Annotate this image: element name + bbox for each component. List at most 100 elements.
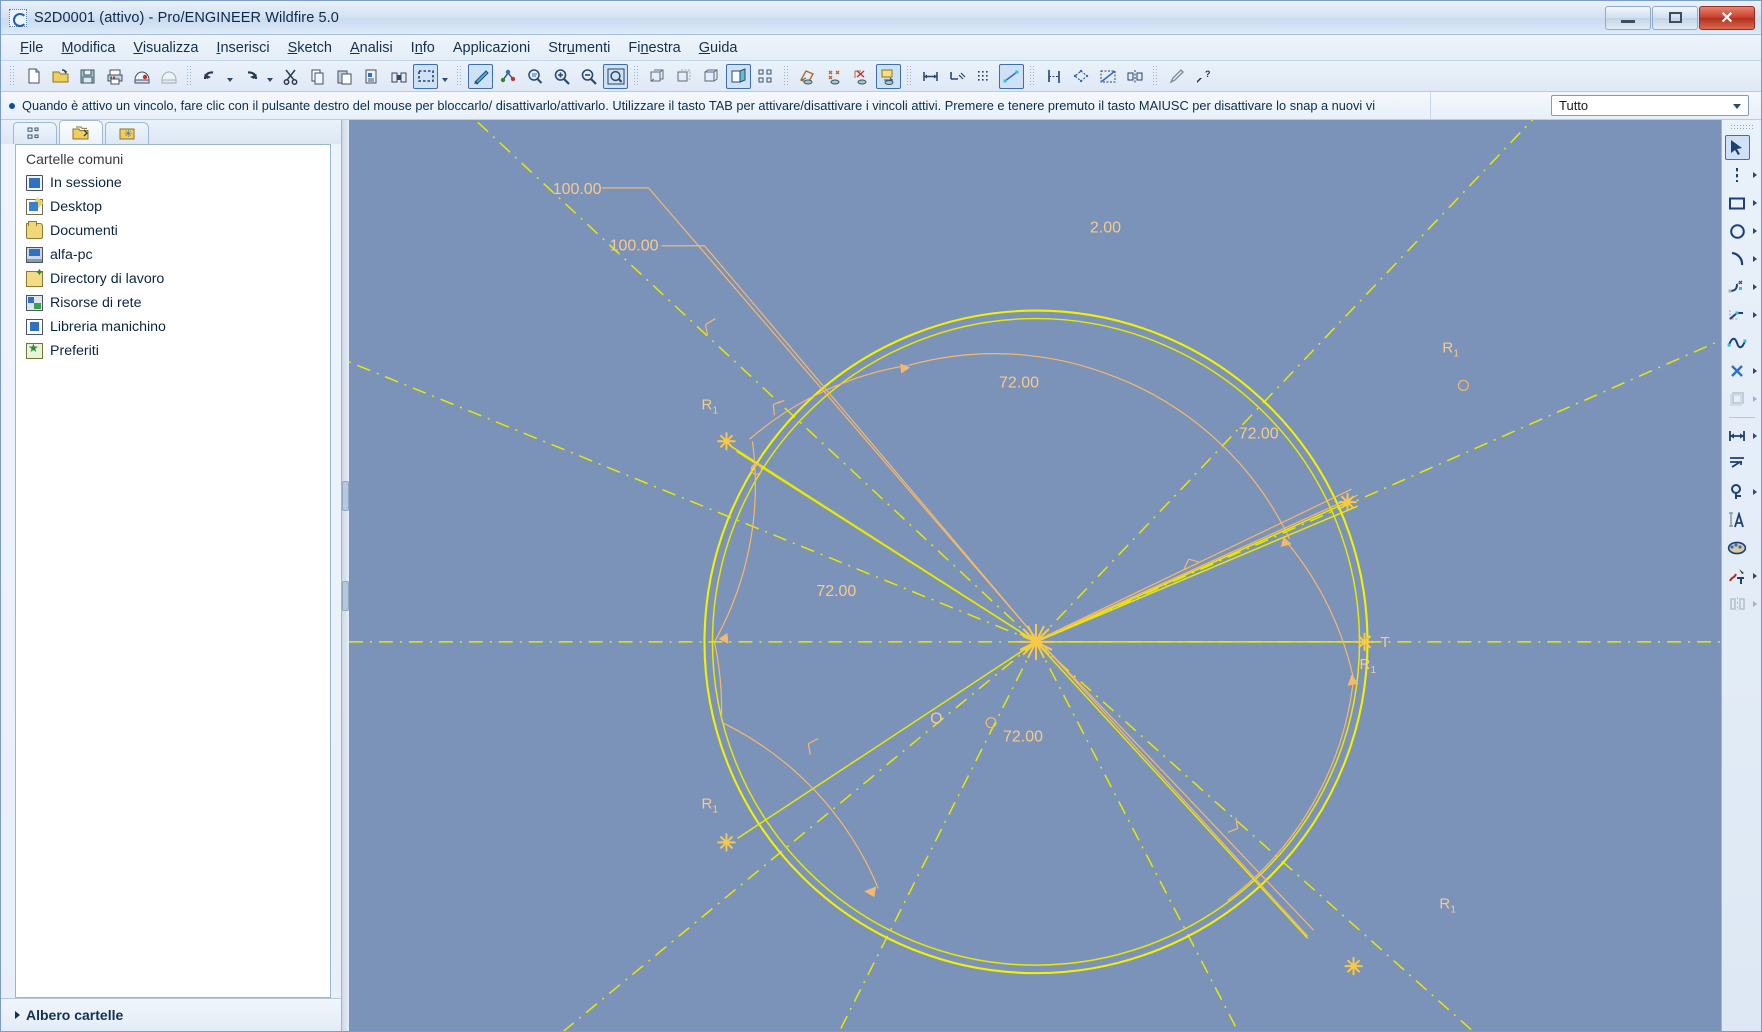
chamfer-tool-arrow[interactable] bbox=[1750, 312, 1760, 318]
shading-icon[interactable] bbox=[726, 63, 751, 89]
use-edge-tool-arrow[interactable] bbox=[1750, 396, 1760, 402]
sketch-plane-icon[interactable] bbox=[795, 64, 820, 89]
redo-icon[interactable] bbox=[238, 64, 263, 89]
dimension-display-icon[interactable] bbox=[918, 64, 943, 89]
pen-icon[interactable] bbox=[1164, 64, 1189, 89]
menu-visualizza[interactable]: Visualizza bbox=[124, 38, 207, 58]
save-icon[interactable] bbox=[75, 64, 100, 89]
spline-tool[interactable] bbox=[1725, 331, 1750, 356]
paste-icon[interactable] bbox=[332, 64, 357, 89]
dimension-tool-arrow[interactable] bbox=[1750, 433, 1760, 439]
grid-display-icon[interactable] bbox=[972, 64, 997, 89]
rectangle-tool[interactable] bbox=[1725, 191, 1750, 216]
menu-info[interactable]: Info bbox=[402, 38, 444, 58]
tree-item-desktop[interactable]: Desktop bbox=[16, 195, 330, 219]
palette-tool[interactable] bbox=[1725, 536, 1750, 561]
text-tool[interactable] bbox=[1725, 508, 1750, 533]
open-folder-icon[interactable] bbox=[48, 64, 73, 89]
menu-sketch[interactable]: Sketch bbox=[279, 38, 341, 58]
menu-applicazioni[interactable]: Applicazioni bbox=[444, 38, 539, 58]
menu-file[interactable]: File bbox=[11, 38, 52, 58]
paste-special-icon[interactable] bbox=[359, 64, 384, 89]
menu-analisi[interactable]: Analisi bbox=[341, 38, 402, 58]
use-edge-tool[interactable] bbox=[1725, 387, 1750, 412]
toolbar-grip-7[interactable] bbox=[1029, 65, 1036, 87]
sketch-orient-icon[interactable] bbox=[822, 64, 847, 89]
constraint-tool[interactable] bbox=[1725, 480, 1750, 505]
modify-tool[interactable] bbox=[1725, 452, 1750, 477]
arc-tool-arrow[interactable] bbox=[1750, 256, 1760, 262]
zoom-previous-icon[interactable] bbox=[522, 64, 547, 89]
refit-icon[interactable] bbox=[603, 63, 628, 89]
send-mail-icon[interactable] bbox=[129, 64, 154, 89]
selection-filter-combo[interactable]: Tutto bbox=[1551, 95, 1749, 116]
menu-strumenti[interactable]: Strumenti bbox=[539, 38, 619, 58]
offset-icon[interactable] bbox=[1068, 64, 1093, 89]
folder-tree-expander[interactable]: Albero cartelle bbox=[1, 998, 341, 1031]
toolbar-grip-8[interactable] bbox=[1152, 65, 1159, 87]
point-tool-arrow[interactable] bbox=[1750, 368, 1760, 374]
mirror-tool[interactable] bbox=[1725, 592, 1750, 617]
trim-tool[interactable] bbox=[1725, 564, 1750, 589]
toolbar-grip-4[interactable] bbox=[633, 65, 640, 87]
minimize-button[interactable] bbox=[1605, 5, 1651, 30]
undo-icon[interactable] bbox=[198, 64, 223, 89]
datum-display-icon[interactable] bbox=[753, 64, 778, 89]
dimension-value[interactable]: 2.00 bbox=[1090, 220, 1121, 237]
arc-tool[interactable] bbox=[1725, 247, 1750, 272]
new-document-icon[interactable] bbox=[21, 64, 46, 89]
tree-item-preferiti[interactable]: Preferiti bbox=[16, 339, 330, 363]
dimension-tool[interactable] bbox=[1725, 424, 1750, 449]
tree-item-alfa-pc[interactable]: alfa-pc bbox=[16, 243, 330, 267]
dimension-value[interactable]: 100.00 bbox=[610, 238, 659, 255]
delete-segment-icon[interactable] bbox=[1095, 64, 1120, 89]
graphics-window[interactable]: .geo { stroke:#f2f200; stroke-width:2.1;… bbox=[349, 120, 1721, 1031]
toolbar-grip[interactable] bbox=[9, 65, 16, 87]
maximize-button[interactable] bbox=[1652, 5, 1698, 30]
splitter-handle-upper[interactable] bbox=[342, 481, 349, 511]
toolbar-grip-5[interactable] bbox=[783, 65, 790, 87]
line-tool-arrow[interactable] bbox=[1750, 172, 1760, 178]
wireframe-icon[interactable] bbox=[645, 64, 670, 89]
circle-tool-arrow[interactable] bbox=[1750, 228, 1760, 234]
find-icon[interactable] bbox=[386, 64, 411, 89]
sketch-points[interactable] bbox=[717, 432, 1374, 976]
line-tool[interactable] bbox=[1725, 163, 1750, 188]
point-tool[interactable] bbox=[1725, 359, 1750, 384]
dimension-value[interactable]: 72.00 bbox=[1003, 729, 1043, 746]
menu-guida[interactable]: Guida bbox=[690, 38, 747, 58]
context-help-icon[interactable]: ? bbox=[1191, 64, 1216, 89]
rectangle-tool-arrow[interactable] bbox=[1750, 200, 1760, 206]
dimension-value[interactable]: 72.00 bbox=[816, 583, 856, 600]
repaint-icon[interactable] bbox=[468, 63, 493, 89]
circle-tool[interactable] bbox=[1725, 219, 1750, 244]
zoom-out-icon[interactable] bbox=[576, 64, 601, 89]
select-items-icon[interactable] bbox=[413, 63, 438, 89]
hidden-line-icon[interactable] bbox=[672, 64, 697, 89]
constraint-tool-arrow[interactable] bbox=[1750, 489, 1760, 495]
zoom-in-icon[interactable] bbox=[549, 64, 574, 89]
copy-icon[interactable] bbox=[305, 64, 330, 89]
sketch-vertices-icon[interactable] bbox=[849, 64, 874, 89]
dimension-value[interactable]: 72.00 bbox=[1239, 425, 1279, 442]
dimension-value[interactable]: 100.00 bbox=[553, 181, 602, 198]
navigator-splitter[interactable] bbox=[342, 120, 349, 1031]
tree-item-documenti[interactable]: Documenti bbox=[16, 219, 330, 243]
select-tool[interactable] bbox=[1724, 134, 1750, 160]
select-items-dropdown-arrow[interactable] bbox=[439, 64, 450, 89]
splitter-handle-lower[interactable] bbox=[342, 581, 349, 611]
undo-dropdown-arrow[interactable] bbox=[224, 64, 235, 89]
tree-item-risorse-di-rete[interactable]: Risorse di rete bbox=[16, 291, 330, 315]
no-hidden-icon[interactable] bbox=[699, 64, 724, 89]
redo-dropdown-arrow[interactable] bbox=[264, 64, 275, 89]
tree-item-libreria-manichino[interactable]: Libreria manichino bbox=[16, 315, 330, 339]
print-preview-icon[interactable] bbox=[156, 64, 181, 89]
dimension-value[interactable]: 72.00 bbox=[999, 374, 1039, 391]
thicken-icon[interactable] bbox=[1041, 64, 1066, 89]
menu-modifica[interactable]: Modifica bbox=[52, 38, 124, 58]
fillet-tool[interactable] bbox=[1725, 275, 1750, 300]
folder-browser-tab[interactable] bbox=[59, 120, 103, 144]
model-tree-tab[interactable] bbox=[13, 122, 57, 144]
chevron-down-icon[interactable] bbox=[1733, 103, 1741, 109]
favorites-tab[interactable]: ✳ bbox=[105, 122, 149, 144]
